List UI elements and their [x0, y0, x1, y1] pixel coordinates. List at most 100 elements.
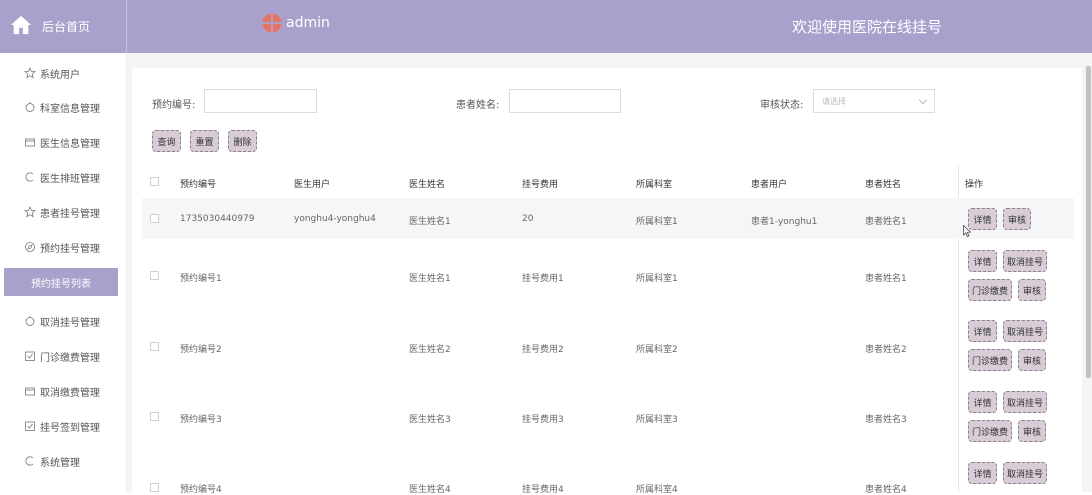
sidebar-item-doctor-schedule[interactable]: 医生排班管理	[0, 163, 127, 191]
cell-fee: 挂号费用2	[522, 345, 564, 355]
detail-button[interactable]: 详情	[968, 320, 997, 342]
outpatient-payment-button[interactable]: 门诊缴费	[968, 420, 1012, 442]
home-link[interactable]: 后台首页	[0, 0, 127, 53]
logo-icon	[262, 13, 282, 33]
row-checkbox[interactable]	[150, 412, 159, 421]
row-checkbox[interactable]	[150, 342, 159, 351]
cell-patient-name: 患者姓名1	[865, 217, 907, 227]
cell-patient-user: 患者1-yonghu1	[751, 217, 818, 227]
detail-button[interactable]: 详情	[968, 250, 997, 272]
patient-name-input[interactable]	[509, 89, 621, 113]
box-icon	[25, 138, 35, 147]
review-button[interactable]: 审核	[1003, 208, 1031, 230]
outpatient-payment-button[interactable]: 门诊缴费	[968, 349, 1012, 371]
vertical-scrollbar[interactable]	[1086, 66, 1091, 378]
cell-doctor-name: 医生姓名3	[409, 415, 451, 425]
outpatient-payment-button[interactable]: 门诊缴费	[968, 279, 1012, 301]
row-checkbox[interactable]	[150, 483, 159, 492]
cancel-registration-button[interactable]: 取消挂号	[1003, 250, 1047, 272]
row-checkbox[interactable]	[150, 271, 159, 280]
sidebar-item-booking-list[interactable]: 预约挂号列表	[4, 268, 118, 296]
cancel-registration-button[interactable]: 取消挂号	[1003, 320, 1047, 342]
review-status-label: 审核状态:	[760, 100, 804, 111]
cell-doctor-name: 医生姓名1	[409, 217, 451, 227]
sidebar-item-label: 患者挂号管理	[40, 208, 100, 220]
cell-department: 所属科室1	[636, 217, 678, 227]
cancel-registration-button[interactable]: 取消挂号	[1003, 391, 1047, 413]
admin-username[interactable]: admin	[286, 15, 330, 31]
cell-department: 所属科室2	[636, 345, 678, 355]
sidebar-item-booking-management[interactable]: 预约挂号管理	[0, 233, 127, 261]
home-icon	[10, 15, 32, 35]
cell-doctor-user: yonghu4-yonghu4	[294, 214, 376, 224]
cell-department: 所属科室1	[636, 274, 678, 284]
cell-booking-no: 预约编号2	[180, 345, 222, 355]
sidebar-item-system-users[interactable]: 系统用户	[0, 59, 127, 87]
chevron-down-icon	[918, 95, 928, 104]
cell-booking-no: 1735030440979	[180, 214, 255, 224]
sidebar-item-department[interactable]: 科室信息管理	[0, 93, 127, 121]
sidebar-item-cancel-registration[interactable]: 取消挂号管理	[0, 307, 127, 335]
mouse-cursor-icon	[963, 225, 971, 237]
review-button[interactable]: 审核	[1018, 420, 1046, 442]
cell-doctor-name: 医生姓名2	[409, 345, 451, 355]
sidebar-item-label: 科室信息管理	[40, 103, 100, 115]
reset-button[interactable]: 重置	[190, 130, 219, 152]
cell-department: 所属科室4	[636, 485, 678, 495]
sidebar-item-label: 系统管理	[40, 457, 80, 469]
cell-patient-name: 患者姓名1	[865, 274, 907, 284]
sidebar-item-system-management[interactable]: 系统管理	[0, 447, 127, 475]
home-label: 后台首页	[42, 20, 91, 34]
review-button[interactable]: 审核	[1018, 349, 1046, 371]
cell-fee: 挂号费用1	[522, 274, 564, 284]
booking-no-input[interactable]	[204, 89, 317, 113]
welcome-title: 欢迎使用医院在线挂号	[792, 18, 943, 36]
header-patient-user: 患者用户	[751, 180, 788, 190]
cell-booking-no: 预约编号1	[180, 274, 222, 284]
cell-patient-name: 患者姓名2	[865, 345, 907, 355]
select-all-checkbox[interactable]	[150, 177, 159, 186]
query-button[interactable]: 查询	[152, 130, 181, 152]
delete-button[interactable]: 删除	[228, 130, 257, 152]
sidebar-item-cancel-payment[interactable]: 取消缴费管理	[0, 377, 127, 405]
cell-department: 所属科室3	[636, 415, 678, 425]
cell-doctor-name: 医生姓名1	[409, 274, 451, 284]
header-patient-name: 患者姓名	[865, 180, 902, 190]
detail-button[interactable]: 详情	[968, 391, 997, 413]
drop-icon	[25, 102, 35, 112]
sidebar-item-checkin[interactable]: 挂号签到管理	[0, 412, 127, 440]
booking-no-label: 预约编号:	[152, 100, 196, 111]
sidebar-item-label: 取消挂号管理	[40, 317, 100, 329]
header-doctor-user: 医生用户	[294, 180, 331, 190]
patient-name-label: 患者姓名:	[456, 100, 500, 111]
detail-button[interactable]: 详情	[968, 462, 997, 484]
top-header: 后台首页 admin 欢迎使用医院在线挂号	[0, 0, 1092, 53]
star-icon	[24, 206, 36, 218]
sidebar-item-doctor-info[interactable]: 医生信息管理	[0, 128, 127, 156]
cell-fee: 20	[522, 214, 534, 224]
header-booking-no: 预约编号	[180, 180, 217, 190]
box-icon	[25, 387, 35, 396]
review-status-select[interactable]: 请选择	[813, 89, 935, 113]
detail-button[interactable]: 详情	[968, 208, 997, 230]
cancel-registration-button[interactable]: 取消挂号	[1003, 462, 1047, 484]
drop-icon	[25, 316, 35, 326]
table-row-hover	[142, 198, 1074, 239]
cell-doctor-name: 医生姓名4	[409, 485, 451, 495]
check-box-icon	[25, 421, 35, 431]
sidebar-item-label: 取消缴费管理	[40, 387, 100, 399]
header-actions: 操作	[965, 180, 984, 190]
sidebar-item-outpatient-payment[interactable]: 门诊缴费管理	[0, 342, 127, 370]
star-icon	[24, 67, 36, 79]
header-department: 所属科室	[636, 180, 673, 190]
sidebar-item-label: 预约挂号列表	[31, 278, 91, 290]
c-icon	[25, 456, 34, 466]
compass-icon	[25, 242, 35, 252]
header-doctor-name: 医生姓名	[409, 180, 446, 190]
header-fee: 挂号费用	[522, 180, 559, 190]
sidebar-item-label: 医生信息管理	[40, 138, 100, 150]
row-checkbox[interactable]	[150, 214, 159, 223]
review-button[interactable]: 审核	[1018, 279, 1046, 301]
sidebar-item-patient-registration[interactable]: 患者挂号管理	[0, 198, 127, 226]
check-box-icon	[25, 351, 35, 361]
